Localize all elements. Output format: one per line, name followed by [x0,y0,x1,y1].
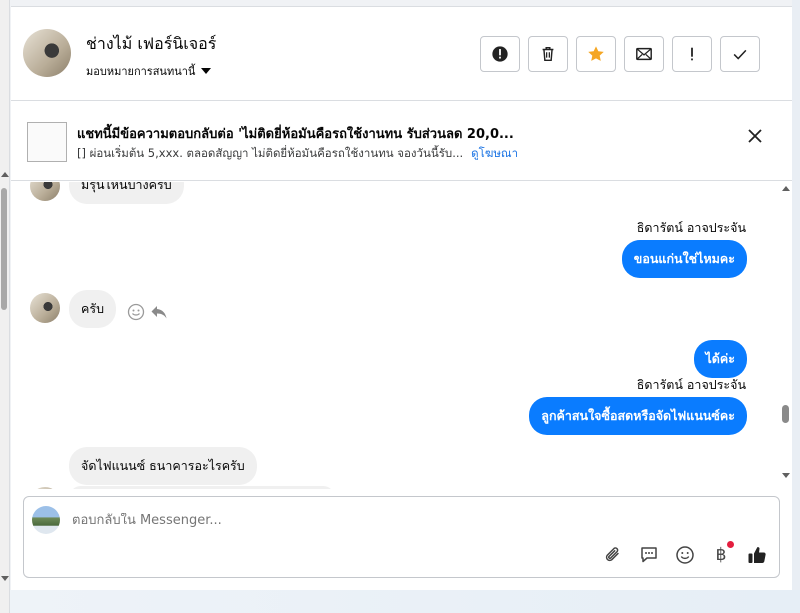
like-button[interactable] [746,544,768,566]
footer-background [10,590,800,613]
reply-composer: ฿ [23,496,780,578]
baht-icon: ฿ [715,545,727,565]
payment-button[interactable]: ฿ [710,541,734,566]
thread-scroll-up[interactable] [782,186,790,191]
composer-tools: ฿ [602,541,768,566]
react-smiley-icon[interactable] [127,303,145,321]
outgoing-message: ลูกค้าสนใจซื้อสดหรือจัดไฟแนนซ์คะ [529,397,747,435]
contact-name[interactable]: ช่างไม้ เฟอร์นิเจอร์ [86,32,216,57]
message-thread[interactable]: มีรุ่นไหนบ้างครับ ธิดารัตน์ อาจประจัน ขอ… [11,182,792,489]
paperclip-icon [605,547,619,562]
contact-mini-avatar [30,293,60,323]
contact-avatar[interactable] [23,29,71,77]
exclamation-icon [691,47,693,61]
message-sender: ธิดารัตน์ อาจประจัน [636,220,746,235]
emoji-button[interactable] [674,544,696,566]
ad-thumbnail[interactable] [27,122,67,162]
incoming-message: ครับ [69,290,117,328]
thread-scroll-thumb[interactable] [782,405,789,423]
view-ad-link[interactable]: ดูโฆษณา [471,146,518,160]
reply-icon[interactable] [150,303,168,321]
star-button[interactable] [576,36,616,72]
outgoing-message: ขอนแก่นใช่ไหมคะ [621,240,747,278]
attach-button[interactable] [602,544,624,566]
message-sender: ธิดารัตน์ อาจประจัน [636,377,746,392]
mark-important-button[interactable] [672,36,712,72]
reply-input[interactable] [72,513,672,528]
assign-label: มอบหมายการสนทนานี้ [86,65,196,78]
mark-done-button[interactable] [720,36,760,72]
contact-mini-avatar [30,182,60,201]
scroll-down-arrow[interactable] [1,576,9,581]
right-edge [792,0,800,613]
outgoing-message: ได้ค่ะ [693,340,747,378]
assign-conversation-dropdown[interactable]: มอบหมายการสนทนานี้ [86,62,212,80]
caret-down-icon [201,68,212,74]
ad-title: แชทนี้มีข้อความตอบกลับต่อ 'ไม่ติดยี่ห้อม… [77,127,514,142]
conversation-header: ช่างไม้ เฟอร์นิเจอร์ มอบหมายการสนทนานี้ [11,7,792,101]
thread-scroll-down[interactable] [782,473,790,478]
notification-dot [727,541,734,548]
scroll-up-arrow[interactable] [1,172,9,177]
smiley-icon [676,546,694,564]
header-actions [480,36,760,72]
contact-mini-avatar [30,487,60,489]
report-button[interactable] [480,36,520,72]
trash-icon [542,46,554,62]
thumbs-up-icon [748,547,766,563]
thread-scrollbar[interactable] [780,182,792,489]
chat-bubble-icon [641,547,657,563]
incoming-message-partial-bottom [69,486,335,489]
scroll-thumb[interactable] [1,188,7,310]
ad-description-text: [] ผ่อนเริ่มต้น 5,xxx. ตลอดสัญญา ไม่ติดย… [77,146,464,160]
incoming-message: จัดไฟแนนซ์ ธนาคารอะไรครับ [69,447,257,485]
mark-unread-button[interactable] [624,36,664,72]
check-icon [733,49,747,60]
delete-button[interactable] [528,36,568,72]
ad-context-banner: แชทนี้มีข้อความตอบกลับต่อ 'ไม่ติดยี่ห้อม… [11,101,792,181]
incoming-message-partial: มีรุ่นไหนบ้างครับ [69,182,184,204]
mail-icon [636,47,652,61]
page-avatar [32,506,60,534]
close-icon[interactable] [747,128,763,144]
page-scrollbar[interactable] [0,0,10,613]
report-icon [492,46,508,62]
conversation-panel: ช่างไม้ เฟอร์นิเจอร์ มอบหมายการสนทนานี้ [11,6,792,590]
ad-description: [] ผ่อนเริ่มต้น 5,xxx. ตลอดสัญญา ไม่ติดย… [77,145,518,163]
star-icon [588,46,604,61]
saved-replies-button[interactable] [638,544,660,566]
